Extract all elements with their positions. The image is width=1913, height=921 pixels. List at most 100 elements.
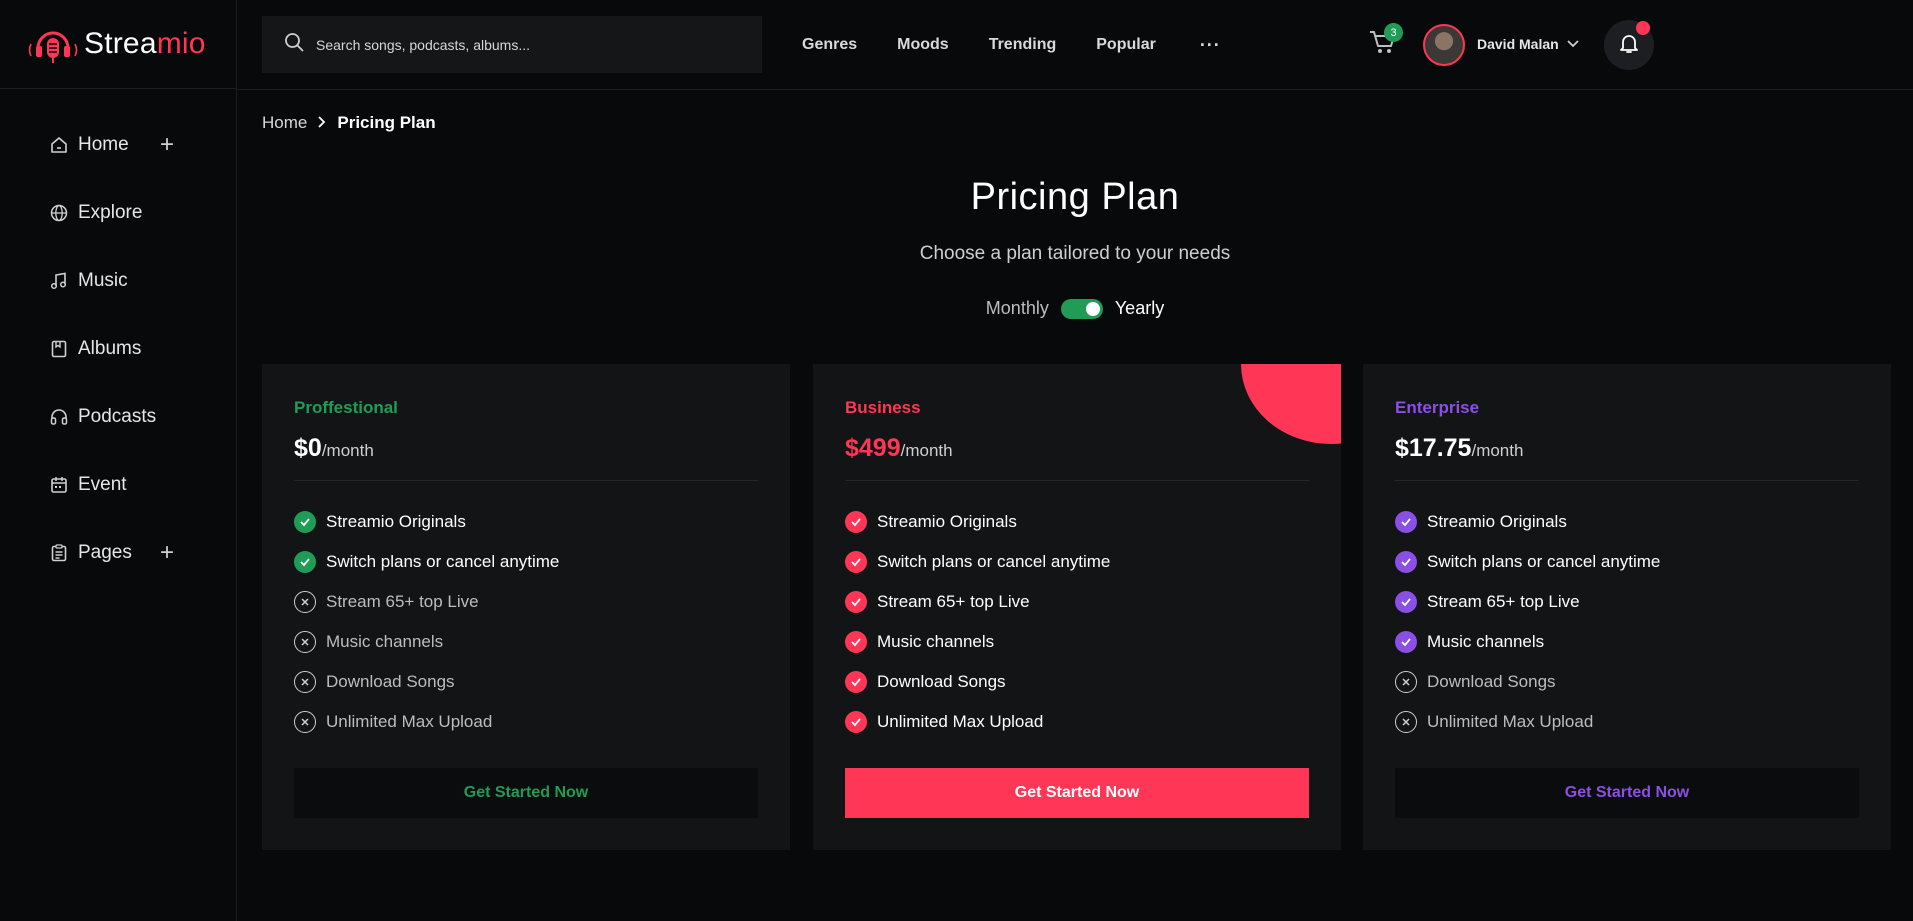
avatar[interactable] (1423, 24, 1465, 66)
nav-link-genres[interactable]: Genres (802, 36, 857, 54)
feature-list: Streamio Originals Switch plans or cance… (294, 502, 758, 742)
feature-item: Unlimited Max Upload (845, 702, 1309, 742)
top-header: Genres Moods Trending Popular ··· (237, 0, 1913, 90)
feature-label: Stream 65+ top Live (877, 592, 1030, 611)
feature-label: Unlimited Max Upload (877, 712, 1044, 731)
x-circle-icon (294, 711, 316, 733)
sidebar: Streamio Home + Explore Music Albums Pod… (0, 0, 237, 921)
feature-item: Stream 65+ top Live (1395, 582, 1859, 622)
feature-item: Switch plans or cancel anytime (845, 542, 1309, 582)
more-menu-icon[interactable]: ··· (1200, 35, 1221, 56)
page-subtitle: Choose a plan tailored to your needs (919, 243, 1231, 264)
price-amount: $17.75 (1395, 434, 1472, 462)
feature-item: Streamio Originals (294, 502, 758, 542)
feature-label: Streamio Originals (877, 512, 1017, 531)
page-title: Pricing Plan (970, 176, 1180, 218)
check-icon (1395, 631, 1417, 653)
feature-item: Streamio Originals (845, 502, 1309, 542)
album-icon (50, 340, 68, 358)
nav-link-moods[interactable]: Moods (897, 36, 949, 54)
sidebar-item-label: Albums (78, 338, 142, 359)
feature-item: Music channels (845, 622, 1309, 662)
notifications-button[interactable] (1604, 20, 1654, 70)
brand-name: Streamio (84, 27, 206, 61)
divider (845, 480, 1309, 481)
check-icon (845, 671, 867, 693)
feature-label: Unlimited Max Upload (1427, 712, 1594, 731)
toggle-label-yearly[interactable]: Yearly (1115, 298, 1164, 319)
brand-name-part: Strea (84, 27, 157, 60)
user-name[interactable]: David Malan (1477, 36, 1559, 52)
feature-item: Download Songs (294, 662, 758, 702)
feature-label: Music channels (326, 632, 444, 651)
notification-dot (1636, 21, 1650, 35)
breadcrumb-home[interactable]: Home (262, 113, 307, 133)
feature-item: Streamio Originals (1395, 502, 1859, 542)
breadcrumb: Home Pricing Plan (262, 113, 436, 133)
check-icon (845, 711, 867, 733)
sidebar-item-explore[interactable]: Explore (0, 179, 236, 247)
check-icon (1395, 591, 1417, 613)
pricing-card-professional: Proffestional $0/month Streamio Original… (262, 364, 790, 850)
search-input[interactable] (316, 36, 736, 53)
feature-label: Download Songs (1427, 672, 1556, 691)
plan-price: $17.75/month (1395, 434, 1523, 463)
get-started-button[interactable]: Get Started Now (294, 768, 758, 818)
clipboard-icon (50, 544, 68, 562)
x-circle-icon (294, 671, 316, 693)
feature-item: Switch plans or cancel anytime (294, 542, 758, 582)
bell-icon (1618, 32, 1640, 59)
expand-plus-icon[interactable]: + (160, 131, 174, 159)
chevron-down-icon[interactable] (1566, 36, 1580, 55)
nav-link-popular[interactable]: Popular (1096, 36, 1156, 54)
billing-toggle: Monthly Yearly (237, 298, 1913, 319)
feature-list: Streamio Originals Switch plans or cance… (1395, 502, 1859, 742)
feature-item: Download Songs (1395, 662, 1859, 702)
feature-label: Unlimited Max Upload (326, 712, 493, 731)
feature-label: Music channels (877, 632, 995, 651)
feature-list: Streamio Originals Switch plans or cance… (845, 502, 1309, 742)
get-started-button[interactable]: Get Started Now (845, 768, 1309, 818)
feature-item: Unlimited Max Upload (1395, 702, 1859, 742)
feature-label: Switch plans or cancel anytime (326, 552, 560, 571)
feature-label: Download Songs (877, 672, 1006, 691)
check-icon (1395, 551, 1417, 573)
price-period: /month (900, 441, 953, 460)
sidebar-item-home[interactable]: Home + (0, 111, 236, 179)
search-bar[interactable] (262, 16, 762, 73)
sidebar-item-albums[interactable]: Albums (0, 315, 236, 383)
sidebar-item-event[interactable]: Event (0, 451, 236, 519)
x-circle-icon (1395, 671, 1417, 693)
headphones-mic-logo-icon (28, 24, 78, 64)
sidebar-item-podcasts[interactable]: Podcasts (0, 383, 236, 451)
price-amount: $499 (845, 434, 901, 462)
sidebar-item-pages[interactable]: Pages + (0, 519, 236, 587)
sidebar-item-label: Pages (78, 542, 132, 563)
billing-period-switch[interactable] (1060, 298, 1103, 319)
get-started-button[interactable]: Get Started Now (1395, 768, 1859, 818)
plan-name: Enterprise (1395, 398, 1480, 417)
plan-price: $0/month (294, 434, 374, 463)
check-icon (845, 551, 867, 573)
feature-item: Music channels (1395, 622, 1859, 662)
feature-label: Switch plans or cancel anytime (1427, 552, 1661, 571)
plan-name: Business (845, 398, 921, 417)
chevron-right-icon (317, 115, 327, 131)
corner-decoration (1241, 364, 1341, 444)
feature-item: Stream 65+ top Live (294, 582, 758, 622)
logo[interactable]: Streamio (0, 0, 236, 89)
calendar-icon (50, 476, 68, 494)
divider (1395, 480, 1859, 481)
check-icon (845, 511, 867, 533)
sidebar-item-label: Podcasts (78, 406, 157, 427)
expand-plus-icon[interactable]: + (160, 539, 174, 567)
home-icon (50, 136, 68, 154)
toggle-label-monthly[interactable]: Monthly (986, 298, 1049, 319)
nav-link-trending[interactable]: Trending (989, 36, 1057, 54)
sidebar-item-music[interactable]: Music (0, 247, 236, 315)
sidebar-item-label: Explore (78, 202, 143, 223)
globe-icon (50, 204, 68, 222)
feature-item: Stream 65+ top Live (845, 582, 1309, 622)
switch-knob (1085, 301, 1100, 316)
music-note-icon (50, 272, 68, 290)
